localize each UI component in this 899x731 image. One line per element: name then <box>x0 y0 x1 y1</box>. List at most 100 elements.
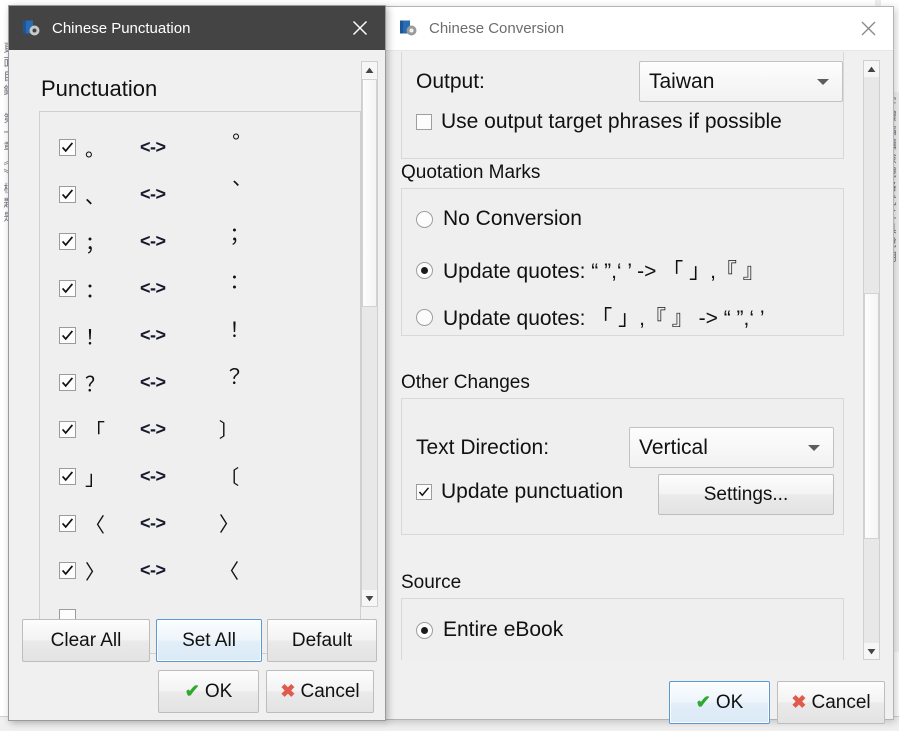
punctuation-row-checkbox[interactable] <box>59 421 76 438</box>
punctuation-arrow-label: <-> <box>140 466 166 486</box>
use-target-phrases-checkbox[interactable] <box>416 114 432 130</box>
punctuation-row[interactable]: 。 <-> ︒ <box>40 124 358 171</box>
chinese-punctuation-dialog: Chinese Punctuation Punctuation 。 <-> ︒ 、 <-… <box>8 5 386 721</box>
conversion-scroll-viewport: Output: Taiwan Use output target phrases… <box>396 52 856 660</box>
scroll-down-arrow-icon[interactable] <box>362 590 377 606</box>
book-gear-icon <box>23 20 40 35</box>
conversion-scrollbar[interactable] <box>863 60 880 660</box>
punctuation-row[interactable]: 〉 <-> ﹀ <box>40 547 358 594</box>
punctuation-row-checkbox[interactable] <box>59 374 76 391</box>
punctuation-row-checkbox[interactable] <box>59 280 76 297</box>
punctuation-close-button[interactable] <box>339 8 381 48</box>
source-option-entire-ebook[interactable]: Entire eBook <box>416 618 563 642</box>
update-punctuation-checkbox[interactable] <box>416 484 432 500</box>
output-combobox-value: Taiwan <box>649 69 715 93</box>
scroll-up-arrow-icon[interactable] <box>864 61 879 77</box>
checkmark-icon <box>61 424 74 435</box>
conversion-titlebar[interactable]: Chinese Conversion <box>386 7 893 51</box>
punctuation-scrollbar[interactable] <box>361 61 378 607</box>
punctuation-arrow-label: <-> <box>140 325 166 345</box>
punctuation-row[interactable]: 「 <-> ︹ <box>40 406 358 453</box>
punctuation-target-glyph: ︑ <box>220 180 240 202</box>
punctuation-target-glyph: ﹀ <box>216 560 239 581</box>
punctuation-row-checkbox[interactable] <box>59 515 76 532</box>
close-icon: ✖ <box>791 692 807 712</box>
checkmark-icon <box>61 142 74 153</box>
conversion-ok-button[interactable]: ✔ OK <box>669 681 770 724</box>
punctuation-row[interactable]: ？ <-> ︖ <box>40 359 358 406</box>
text-direction-combobox[interactable]: Vertical <box>629 427 834 468</box>
conversion-scrollbar-thumb[interactable] <box>864 293 879 539</box>
checkmark-icon <box>61 471 74 482</box>
punctuation-row[interactable]: ； <-> ︔ <box>40 218 358 265</box>
punctuation-body: Punctuation 。 <-> ︒ 、 <-> ︑ ； <-> ︔ ： <-> ︓ ！ <-> ︕ ？ <-… <box>9 50 385 720</box>
close-icon <box>861 21 875 36</box>
checkmark-icon <box>61 565 74 576</box>
source-group-label: Source <box>401 572 462 593</box>
punctuation-target-glyph: ︒ <box>220 133 240 155</box>
punctuation-target-glyph: ︕ <box>220 321 240 343</box>
scroll-down-arrow-icon[interactable] <box>864 643 879 659</box>
punctuation-source-glyph: ！ <box>85 327 105 349</box>
punctuation-arrow-label: <-> <box>140 184 166 204</box>
quote-option-no-conversion[interactable]: No Conversion <box>416 207 582 231</box>
quote-radio-to-cjk[interactable] <box>416 261 433 279</box>
punctuation-ok-button[interactable]: ✔ OK <box>158 670 259 713</box>
punctuation-arrow-label: <-> <box>140 513 166 533</box>
punctuation-source-glyph: 」 <box>85 468 105 490</box>
punctuation-arrow-label: <-> <box>140 231 166 251</box>
update-punctuation-row[interactable]: Update punctuation <box>416 480 623 504</box>
punctuation-target-glyph: ︿ <box>216 513 239 534</box>
punctuation-row-checkbox[interactable] <box>59 139 76 156</box>
quote-radio-to-western[interactable] <box>416 308 433 326</box>
punctuation-row[interactable]: ： <-> ︓ <box>40 265 358 312</box>
punctuation-source-glyph: ； <box>85 233 105 255</box>
conversion-cancel-button[interactable]: ✖ Cancel <box>777 681 885 724</box>
quote-radio-no-conversion[interactable] <box>416 210 433 228</box>
close-icon: ✖ <box>280 681 296 701</box>
punctuation-target-glyph: ︺ <box>216 466 239 487</box>
punctuation-arrow-label: <-> <box>140 419 166 439</box>
punctuation-row[interactable]: 〈 <-> ︿ <box>40 500 358 547</box>
scrollbar-track-lower[interactable] <box>864 539 879 643</box>
use-target-phrases-row[interactable]: Use output target phrases if possible <box>416 110 782 134</box>
scroll-up-arrow-icon[interactable] <box>362 62 377 78</box>
conversion-close-button[interactable] <box>847 9 889 49</box>
checkmark-icon <box>418 487 430 497</box>
default-button-label: Default <box>291 629 353 651</box>
clear-all-button[interactable]: Clear All <box>22 619 150 662</box>
punctuation-row-checkbox[interactable] <box>59 327 76 344</box>
punctuation-list: 。 <-> ︒ 、 <-> ︑ ； <-> ︔ ： <-> ︓ ！ <-> ︕ ？ <-> ︖ 「 <-> ︹ 」 <-> ︺… <box>39 111 361 654</box>
punctuation-source-glyph: 。 <box>85 139 105 161</box>
chevron-down-icon <box>817 78 829 85</box>
other-changes-group-label: Other Changes <box>401 372 530 393</box>
punctuation-cancel-button[interactable]: ✖ Cancel <box>266 670 374 713</box>
output-combobox[interactable]: Taiwan <box>639 61 843 102</box>
punctuation-row-checkbox[interactable] <box>59 233 76 250</box>
punctuation-arrow-label: <-> <box>140 372 166 392</box>
source-radio-entire-ebook[interactable] <box>416 621 433 639</box>
punctuation-row[interactable]: 」 <-> ︺ <box>40 453 358 500</box>
set-all-button[interactable]: Set All <box>156 619 262 662</box>
default-button[interactable]: Default <box>267 619 377 662</box>
scrollbar-track-lower[interactable] <box>362 307 377 590</box>
punctuation-target-glyph: ︹ <box>216 419 239 440</box>
scrollbar-track-upper[interactable] <box>864 77 879 293</box>
punctuation-row[interactable]: 、 <-> ︑ <box>40 171 358 218</box>
quote-radio-to-western-label: Update quotes: 「 」,『 』 -> “ ”,‘ ’ <box>443 307 765 330</box>
punctuation-settings-button[interactable]: Settings... <box>658 474 834 515</box>
punctuation-title-text: Chinese Punctuation <box>52 19 191 37</box>
punctuation-titlebar[interactable]: Chinese Punctuation <box>9 6 385 50</box>
checkmark-icon <box>61 283 74 294</box>
punctuation-cancel-button-label: Cancel <box>300 680 360 702</box>
punctuation-target-glyph: ︔ <box>220 227 240 249</box>
punctuation-row[interactable]: ！ <-> ︕ <box>40 312 358 359</box>
checkmark-icon <box>61 377 74 388</box>
text-direction-combobox-value: Vertical <box>639 435 708 459</box>
punctuation-row-checkbox[interactable] <box>59 468 76 485</box>
punctuation-row-checkbox[interactable] <box>59 562 76 579</box>
quote-option-to-western[interactable]: Update quotes: 「 」,『 』 -> “ ”,‘ ’ <box>416 302 765 332</box>
punctuation-row-checkbox[interactable] <box>59 186 76 203</box>
quote-option-to-cjk[interactable]: Update quotes: “ ”,‘ ’ -> 「 」,『 』 <box>416 255 764 285</box>
punctuation-scrollbar-thumb[interactable] <box>362 79 377 307</box>
